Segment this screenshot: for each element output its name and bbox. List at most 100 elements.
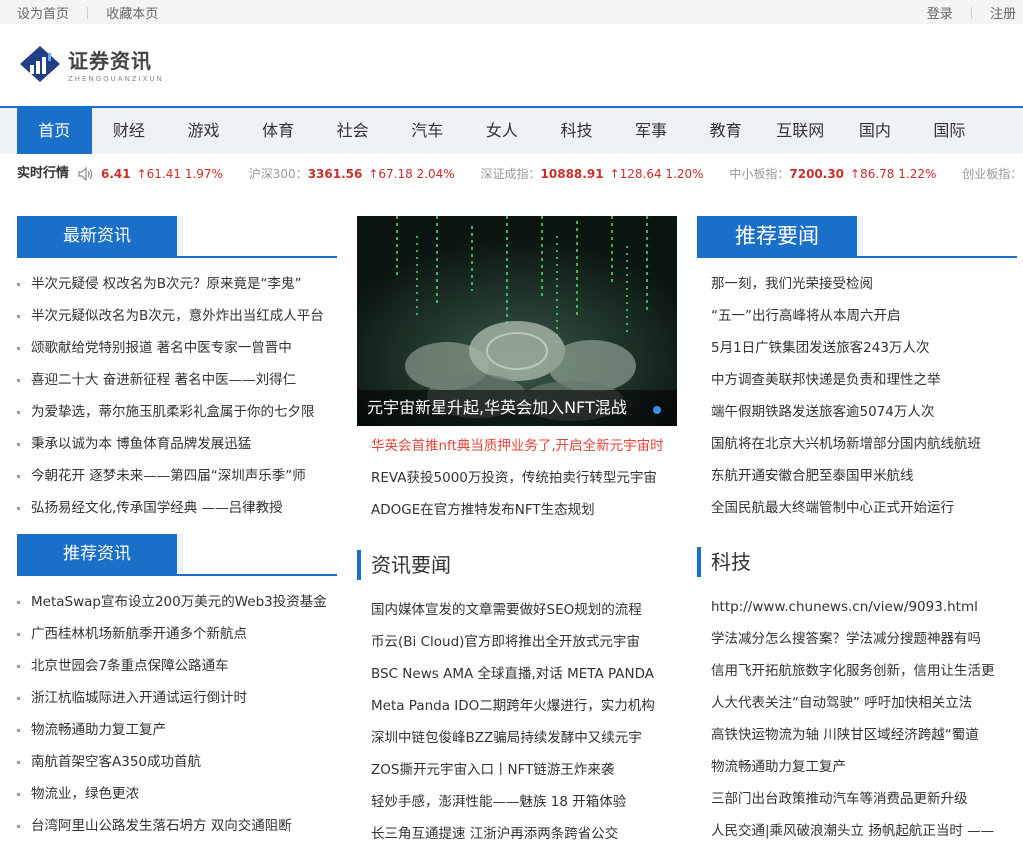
nav-item-military[interactable]: 军事 [614, 108, 689, 154]
ticker-item[interactable]: 6.41 ↑61.41 1.97% [101, 154, 223, 194]
ticker-label: 实时行情 [17, 154, 76, 194]
list-item[interactable]: “五一”出行高峰将从本周六开启 [697, 300, 1017, 332]
recommend-key-list: 那一刻，我们光荣接受检阅 “五一”出行高峰将从本周六开启 5月1日广铁集团发送旅… [697, 268, 1017, 524]
list-item[interactable]: 轻妙手感，澎湃性能——魅族 18 开箱体验 [357, 786, 677, 818]
list-item[interactable]: 浙江杭临城际进入开通试运行倒计时 [17, 682, 337, 714]
ticker-name: 中小板指： [729, 167, 790, 181]
ticker-item[interactable]: 中小板指：7200.30 ↑86.78 1.22% [729, 154, 936, 194]
nav-item-home[interactable]: 首页 [17, 108, 92, 154]
header: 证券资讯 ZHENGQUANZIXUN [0, 24, 1023, 108]
set-home-link[interactable]: 设为首页 [17, 7, 69, 22]
list-item[interactable]: 高铁快运物流为轴 川陕甘区域经济跨越“蜀道 [697, 719, 1017, 751]
speaker-icon[interactable] [78, 167, 94, 181]
list-item[interactable]: 物流畅通助力复工复产 [697, 751, 1017, 783]
tech-list: http://www.chunews.cn/view/9093.html 学法减… [697, 591, 1017, 847]
list-item[interactable]: 物流畅通助力复工复产 [17, 714, 337, 746]
banner-links: 华英会首推nft典当质押业务了,开启全新元宇宙时 REVA获投5000万投资，传… [357, 430, 677, 526]
list-item[interactable]: REVA获投5000万投资，传统拍卖行转型元宇宙 [357, 462, 677, 494]
list-item[interactable]: ADOGE在官方推特发布NFT生态规划 [357, 494, 677, 526]
ticker-change: ↑67.18 2.04% [368, 167, 455, 181]
register-link[interactable]: 注册 [990, 7, 1016, 22]
featured-banner[interactable]: 元宇宙新星升起,华英会加入NFT混战 [357, 216, 677, 426]
section-title: 推荐资讯 [17, 534, 183, 574]
section-header-latest: 最新资讯 [17, 216, 337, 258]
section-title-news-key: 资讯要闻 [357, 550, 677, 580]
ticker-item[interactable]: 创业板指：2248 [962, 154, 1023, 194]
list-item[interactable]: 南航首架空客A350成功首航 [17, 746, 337, 778]
list-item[interactable]: 喜迎二十大 奋进新征程 著名中医——刘得仁 [17, 364, 337, 396]
recommend-info-list: MetaSwap宣布设立200万美元的Web3投资基金 广西桂林机场新航季开通多… [17, 586, 337, 842]
list-item[interactable]: 东航开通安徽合肥至泰国甲米航线 [697, 460, 1017, 492]
nav-item-society[interactable]: 社会 [315, 108, 390, 154]
list-item[interactable]: 币云(Bi Cloud)官方即将推出全开放式元宇宙 [357, 626, 677, 658]
list-item[interactable]: 深圳中链包俊峰BZZ骗局持续发酵中又续元宇 [357, 722, 677, 754]
ticker-value: 7200.30 [789, 167, 845, 181]
nav-item-women[interactable]: 女人 [465, 108, 540, 154]
left-column: 最新资讯 半次元疑侵 权改名为B次元？原来竟是“李鬼” 半次元疑似改名为B次元，… [17, 216, 337, 842]
list-item[interactable]: 华英会首推nft典当质押业务了,开启全新元宇宙时 [357, 430, 677, 462]
list-item[interactable]: 广西桂林机场新航季开通多个新航点 [17, 618, 337, 650]
bookmark-link[interactable]: 收藏本页 [106, 7, 158, 22]
nav-item-auto[interactable]: 汽车 [390, 108, 465, 154]
section-title-tech: 科技 [697, 547, 1017, 577]
main-nav: 首页 财经 游戏 体育 社会 汽车 女人 科技 军事 教育 互联网 国内 国际 [0, 108, 1023, 154]
nav-item-international[interactable]: 国际 [912, 108, 987, 154]
list-item[interactable]: 弘扬易经文化,传承国学经典 ——吕律教授 [17, 492, 337, 524]
site-logo[interactable]: 证券资讯 ZHENGQUANZIXUN [18, 44, 164, 84]
ticker-change: ↑128.64 1.20% [609, 167, 704, 181]
ticker-item[interactable]: 沪深300：3361.56 ↑67.18 2.04% [249, 154, 455, 194]
nav-item-tech[interactable]: 科技 [539, 108, 614, 154]
ticker-value: 3361.56 [307, 167, 363, 181]
list-item[interactable]: 半次元疑侵 权改名为B次元？原来竟是“李鬼” [17, 268, 337, 300]
list-item[interactable]: 人民交通|乘风破浪潮头立 扬帆起航正当时 —— [697, 815, 1017, 847]
market-ticker: 实时行情 6.41 ↑61.41 1.97% 沪深300：3361.56 ↑67.1… [0, 154, 1023, 194]
list-item[interactable]: 那一刻，我们光荣接受检阅 [697, 268, 1017, 300]
ticker-value: 6.41 [101, 167, 131, 181]
list-item[interactable]: http://www.chunews.cn/view/9093.html [697, 591, 1017, 623]
latest-news-list: 半次元疑侵 权改名为B次元？原来竟是“李鬼” 半次元疑似改名为B次元，意外炸出当… [17, 268, 337, 524]
carousel-dot-icon[interactable] [653, 406, 661, 414]
logo-subtitle: ZHENGQUANZIXUN [68, 75, 164, 83]
ticker-name: 深证成指： [480, 167, 541, 181]
banner-caption[interactable]: 元宇宙新星升起,华英会加入NFT混战 [357, 390, 677, 426]
list-item[interactable]: 台湾阿里山公路发生落石坍方 双向交通阻断 [17, 810, 337, 842]
list-item[interactable]: 信用飞开拓航旅数字化服务创新，信用让生活更 [697, 655, 1017, 687]
nav-item-internet[interactable]: 互联网 [763, 108, 838, 154]
list-item[interactable]: 物流业，绿色更浓 [17, 778, 337, 810]
list-item[interactable]: 颂歌献给党特别报道 著名中医专家一曾晋中 [17, 332, 337, 364]
list-item[interactable]: 三部门出台政策推动汽车等消费品更新升级 [697, 783, 1017, 815]
list-item[interactable]: 半次元疑似改名为B次元，意外炸出当红成人平台 [17, 300, 337, 332]
list-item[interactable]: 人大代表关注“自动驾驶” 呼吁加快相关立法 [697, 687, 1017, 719]
list-item[interactable]: ZOS撕开元宇宙入口丨NFT链游王炸来袭 [357, 754, 677, 786]
nav-item-education[interactable]: 教育 [688, 108, 763, 154]
logo-title: 证券资讯 [68, 49, 152, 73]
list-item[interactable]: 秉承以诚为本 博鱼体育品牌发展迅猛 [17, 428, 337, 460]
list-item[interactable]: 5月1日广铁集团发送旅客243万人次 [697, 332, 1017, 364]
list-item[interactable]: 端午假期铁路发送旅客逾5074万人次 [697, 396, 1017, 428]
ticker-name: 创业板指： [962, 167, 1023, 181]
list-item[interactable]: 全国民航最大终端管制中心正式开始运行 [697, 492, 1017, 524]
list-item[interactable]: BSC News AMA 全球直播,对话 META PANDA [357, 658, 677, 690]
nav-item-finance[interactable]: 财经 [92, 108, 167, 154]
list-item[interactable]: 国内媒体宣发的文章需要做好SEO规划的流程 [357, 594, 677, 626]
list-item[interactable]: 今朝花开 逐梦未来——第四届“深圳声乐季”师 [17, 460, 337, 492]
section-header-recommend-key: 推荐要闻 [697, 216, 1017, 258]
list-item[interactable]: Meta Panda IDO二期跨年火爆进行，实力机构 [357, 690, 677, 722]
news-key-list: 国内媒体宣发的文章需要做好SEO规划的流程 币云(Bi Cloud)官方即将推出… [357, 594, 677, 850]
list-item[interactable]: 长三角互通提速 江浙沪再添两条跨省公交 [357, 818, 677, 850]
list-item[interactable]: 北京世园会7条重点保障公路通车 [17, 650, 337, 682]
ticker-value: 10888.91 [540, 167, 604, 181]
list-item[interactable]: 中方调查美联邦快递是负责和理性之举 [697, 364, 1017, 396]
nav-item-games[interactable]: 游戏 [166, 108, 241, 154]
nav-item-domestic[interactable]: 国内 [838, 108, 913, 154]
ticker-item[interactable]: 深证成指：10888.91 ↑128.64 1.20% [481, 154, 704, 194]
list-item[interactable]: 国航将在北京大兴机场新增部分国内航线航班 [697, 428, 1017, 460]
ticker-track: 6.41 ↑61.41 1.97% 沪深300：3361.56 ↑67.18 2.0… [101, 154, 1023, 194]
list-item[interactable]: MetaSwap宣布设立200万美元的Web3投资基金 [17, 586, 337, 618]
login-link[interactable]: 登录 [927, 7, 953, 22]
section-header-recommend-info: 推荐资讯 [17, 534, 337, 576]
section-title: 最新资讯 [17, 216, 183, 256]
nav-item-sports[interactable]: 体育 [241, 108, 316, 154]
list-item[interactable]: 为爱挚选，蒂尔施玉肌柔彩礼盒属于你的七夕限 [17, 396, 337, 428]
list-item[interactable]: 学法减分怎么搜答案？学法减分搜题神器有吗 [697, 623, 1017, 655]
